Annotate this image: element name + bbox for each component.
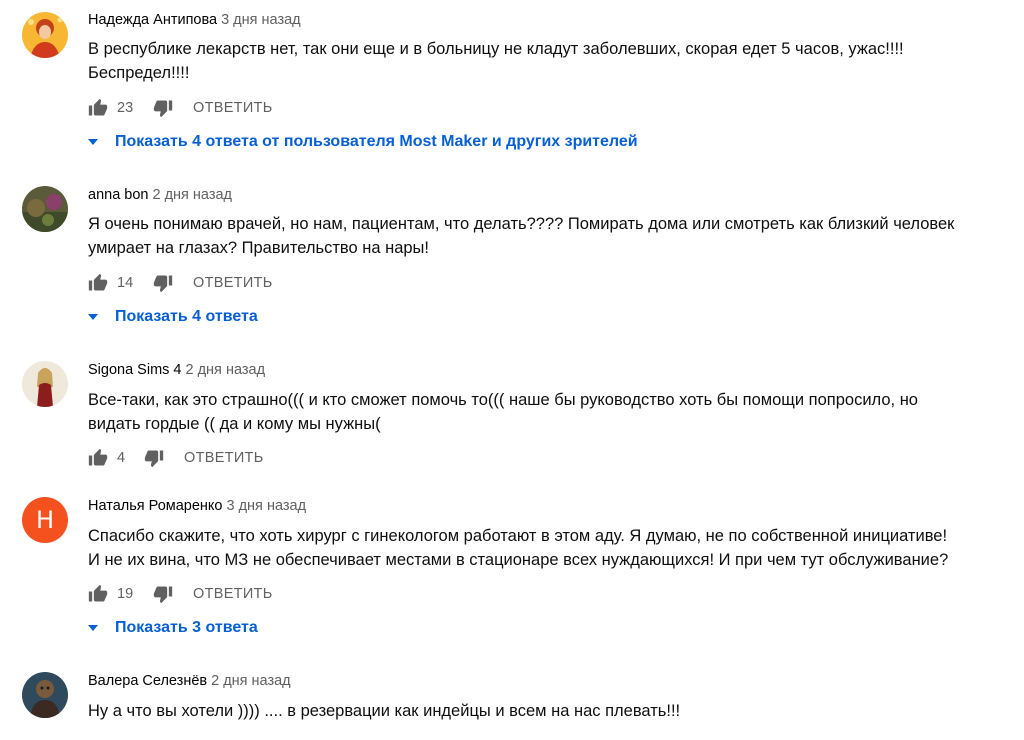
comment-time[interactable]: 3 дня назад [227,498,307,514]
comment-text-line: Спасибо скажите, что хоть хирург с гинек… [88,527,948,545]
author-name[interactable]: Sigona Sims 4 [88,362,182,378]
comment-time[interactable]: 2 дня назад [152,187,232,203]
comment-header: anna bon 2 дня назад [88,187,232,203]
chevron-down-icon [88,314,98,320]
reply-button[interactable]: ОТВЕТИТЬ [193,100,273,116]
reply-button[interactable]: ОТВЕТИТЬ [184,450,264,466]
comment-actions: 23 ОТВЕТИТЬ [88,96,273,120]
show-replies-label: Показать 3 ответа [115,619,258,636]
comment-header: Надежда Антипова 3 дня назад [88,12,301,28]
avatar[interactable] [22,12,68,58]
comment-header: Sigona Sims 42 дня назад [88,362,265,378]
thumb-up-icon[interactable] [88,448,108,468]
avatar[interactable] [22,361,68,407]
comment-time[interactable]: 2 дня назад [211,673,291,689]
like-count: 4 [117,450,126,466]
like-count: 14 [117,275,134,291]
comment-actions: 4 ОТВЕТИТЬ [88,446,264,470]
comment-text-line: В республике лекарств нет, так они еще и… [88,40,904,58]
comment-text-line: Ну а что вы хотели )))) .... в резерваци… [88,702,681,720]
comment-text-line: умирает на глазах? Правительство на нары… [88,239,429,257]
like-count: 23 [117,100,134,116]
thumb-down-icon[interactable] [153,98,173,118]
show-replies-label: Показать 4 ответа [115,308,258,325]
reply-button[interactable]: ОТВЕТИТЬ [193,586,273,602]
author-name[interactable]: Наталья Ромаренко [88,498,223,514]
author-name[interactable]: Надежда Антипова [88,12,217,28]
reply-button[interactable]: ОТВЕТИТЬ [193,275,273,291]
show-replies-button[interactable]: Показать 3 ответа [88,619,258,637]
comment-text-line: видать гордые (( да и кому мы нужны( [88,415,381,433]
chevron-down-icon [88,139,98,145]
comment-text: Ну а что вы хотели )))) .... в резерваци… [88,699,1008,723]
comment-time[interactable]: 2 дня назад [186,362,266,378]
avatar[interactable]: Н [22,497,68,543]
show-replies-button[interactable]: Показать 4 ответа от пользователя Most M… [88,133,638,151]
author-name[interactable]: anna bon [88,187,148,203]
comment-text-line: Я очень понимаю врачей, но нам, пациента… [88,215,955,233]
author-name[interactable]: Валера Селезнёв [88,673,207,689]
comment-time[interactable]: 3 дня назад [221,12,301,28]
comment-text-line: И не их вина, что МЗ не обеспечивает мес… [88,551,949,569]
show-replies-button[interactable]: Показать 4 ответа [88,308,258,326]
comment-text: Все-таки, как это страшно((( и кто сможе… [88,388,1008,436]
show-replies-label: Показать 4 ответа от пользователя Most M… [115,133,638,150]
avatar[interactable] [22,672,68,718]
thumb-down-icon[interactable] [144,448,164,468]
thumb-down-icon[interactable] [153,273,173,293]
comment-text-line: Беспредел!!!! [88,64,190,82]
like-count: 19 [117,586,134,602]
thumb-up-icon[interactable] [88,273,108,293]
thumb-up-icon[interactable] [88,584,108,604]
comment-text: Я очень понимаю врачей, но нам, пациента… [88,212,1008,260]
comment-text-line: Все-таки, как это страшно((( и кто сможе… [88,391,918,409]
comment-actions: 14 ОТВЕТИТЬ [88,271,273,295]
comment-text: В республике лекарств нет, так они еще и… [88,37,1008,85]
comment-header: Валера Селезнёв 2 дня назад [88,673,291,689]
comment-header: Наталья Ромаренко 3 дня назад [88,498,306,514]
comment-text: Спасибо скажите, что хоть хирург с гинек… [88,524,1008,572]
comment-actions: 19 ОТВЕТИТЬ [88,582,273,606]
chevron-down-icon [88,625,98,631]
thumb-down-icon[interactable] [153,584,173,604]
avatar[interactable] [22,186,68,232]
thumb-up-icon[interactable] [88,98,108,118]
